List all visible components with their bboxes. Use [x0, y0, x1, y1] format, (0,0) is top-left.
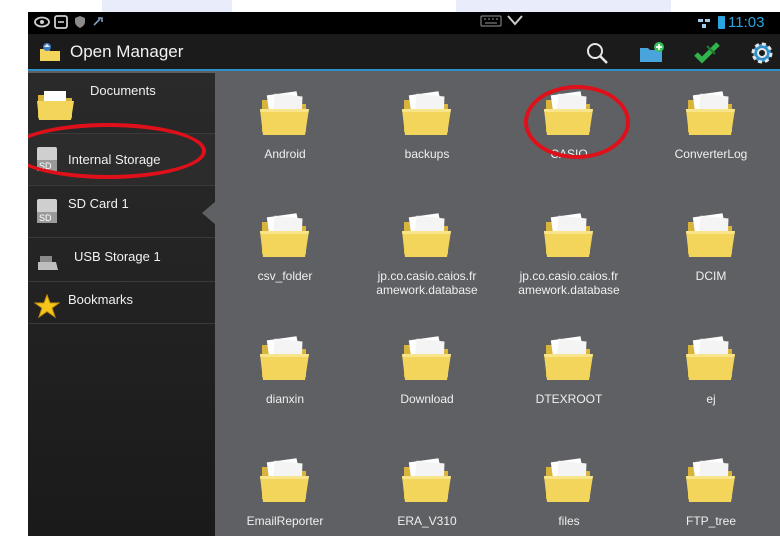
- folder-label: dianxin: [265, 392, 305, 406]
- usb-drive-icon: [36, 252, 60, 277]
- folder-item[interactable]: dianxin: [215, 335, 355, 425]
- folder-item[interactable]: Download: [357, 335, 497, 425]
- folder-item[interactable]: CASIO: [499, 90, 639, 180]
- folder-icon: [543, 335, 595, 381]
- app-title: Open Manager: [70, 42, 184, 61]
- folder-icon: [401, 212, 453, 258]
- folder-item[interactable]: FTP_tree: [641, 457, 780, 536]
- star-icon: [33, 293, 61, 323]
- folder-label: EmailReporter: [246, 514, 324, 528]
- network-icon: [696, 15, 712, 32]
- folder-label-line: jp.co.casio.caios.fr: [377, 269, 477, 283]
- sidebar: Documents SD Internal Storage SD SD Card…: [28, 73, 216, 536]
- folder-icon: [259, 457, 311, 503]
- folder-item[interactable]: jp.co.casio.caios.fr amework.database: [499, 212, 639, 302]
- folder-item[interactable]: backups: [357, 90, 497, 180]
- folder-icon: [401, 457, 453, 503]
- folder-label: CASIO: [550, 147, 588, 161]
- tablet-screen: 11:03 Open Manager Documents SD Internal…: [28, 12, 780, 536]
- sidebar-item-label: SD Card 1: [68, 196, 129, 211]
- folder-label: DCIM: [695, 269, 727, 283]
- folder-icon: [685, 212, 737, 258]
- sidebar-item-label: Internal Storage: [68, 152, 161, 167]
- folder-icon: [401, 90, 453, 136]
- sidebar-item-internal-storage[interactable]: SD Internal Storage: [28, 134, 215, 186]
- folder-label: ej: [706, 392, 716, 406]
- folder-label-line: amework.database: [518, 283, 620, 297]
- folder-label: ConverterLog: [674, 147, 748, 161]
- folder-label: ERA_V310: [397, 514, 457, 528]
- battery-icon: [718, 16, 725, 29]
- folder-icon: [259, 335, 311, 381]
- folder-label: jp.co.casio.caios.fr amework.database: [499, 269, 639, 297]
- folder-icon: [259, 212, 311, 258]
- folder-item[interactable]: ERA_V310: [357, 457, 497, 536]
- folder-label: DTEXROOT: [535, 392, 603, 406]
- folder-item[interactable]: files: [499, 457, 639, 536]
- folder-item[interactable]: ej: [641, 335, 780, 425]
- new-folder-icon[interactable]: [636, 38, 668, 68]
- shield-icon: [74, 15, 86, 33]
- folder-icon: [259, 90, 311, 136]
- app-logo-icon[interactable]: [38, 40, 62, 64]
- selection-pointer: [202, 201, 216, 225]
- folder-item[interactable]: DTEXROOT: [499, 335, 639, 425]
- sidebar-item-bookmarks[interactable]: Bookmarks: [28, 282, 215, 324]
- sidebar-item-documents[interactable]: Documents: [28, 73, 215, 134]
- folder-item[interactable]: ConverterLog: [641, 90, 780, 180]
- folder-label: csv_folder: [257, 269, 313, 283]
- folder-item[interactable]: csv_folder: [215, 212, 355, 302]
- svg-text:SD: SD: [39, 161, 52, 171]
- folder-icon: [685, 90, 737, 136]
- folder-label: files: [558, 514, 580, 528]
- folder-icon: [36, 87, 76, 126]
- sd-card-icon: SD: [36, 198, 58, 229]
- folder-item[interactable]: DCIM: [641, 212, 780, 302]
- status-bar: 11:03: [28, 12, 780, 34]
- folder-label-line: jp.co.casio.caios.fr: [519, 269, 619, 283]
- screen-icon: [54, 15, 68, 33]
- folder-grid: Android backups CASIO ConverterLog csv_folde…: [215, 73, 780, 536]
- folder-label: jp.co.casio.caios.fr amework.database: [357, 269, 497, 297]
- folder-icon: [543, 90, 595, 136]
- page-margin-top: [28, 0, 780, 12]
- usb-icon: [92, 15, 106, 33]
- top-highlight-2: [456, 0, 671, 12]
- sidebar-item-label: Bookmarks: [68, 292, 134, 307]
- folder-label-line: amework.database: [376, 283, 478, 297]
- action-bar: Open Manager: [28, 34, 780, 71]
- sidebar-item-label: USB Storage 1: [74, 249, 161, 264]
- svg-text:SD: SD: [39, 213, 52, 223]
- search-icon[interactable]: [581, 38, 613, 68]
- sidebar-item-usb-storage-1[interactable]: USB Storage 1: [28, 238, 215, 282]
- sd-storage-icon: SD: [36, 146, 58, 177]
- sidebar-item-sd-card-1[interactable]: SD SD Card 1: [28, 186, 215, 238]
- eye-icon: [34, 15, 50, 33]
- page-margin-left: [0, 0, 28, 536]
- folder-icon: [685, 335, 737, 381]
- folder-item[interactable]: jp.co.casio.caios.fr amework.database: [357, 212, 497, 302]
- folder-icon: [401, 335, 453, 381]
- folder-label: FTP_tree: [685, 514, 736, 528]
- folder-label: Android: [264, 147, 306, 161]
- keyboard-icon: [480, 14, 502, 31]
- folder-label: backups: [404, 147, 450, 161]
- folder-item[interactable]: EmailReporter: [215, 457, 355, 536]
- settings-gear-icon[interactable]: [746, 38, 778, 68]
- folder-icon: [543, 457, 595, 503]
- chevron-down-icon[interactable]: [506, 13, 524, 30]
- folder-label: Download: [400, 392, 454, 406]
- edit-check-icon[interactable]: [691, 38, 723, 68]
- sidebar-item-label: Documents: [90, 83, 156, 98]
- folder-item[interactable]: Android: [215, 90, 355, 180]
- status-clock: 11:03: [728, 14, 765, 31]
- top-highlight-1: [102, 0, 232, 12]
- folder-icon: [543, 212, 595, 258]
- folder-icon: [685, 457, 737, 503]
